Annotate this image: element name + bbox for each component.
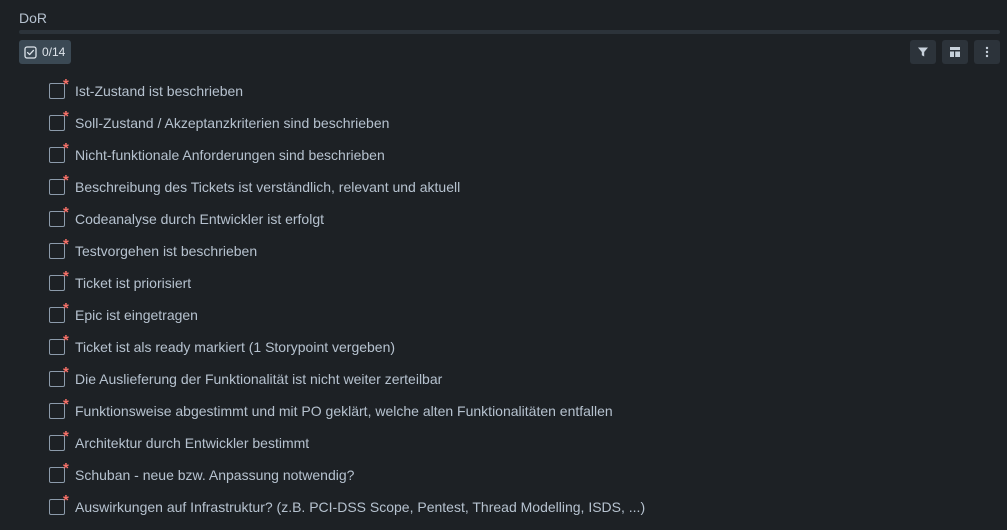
required-marker: *: [63, 204, 69, 221]
checklist-item[interactable]: * Nicht-funktionale Anforderungen sind be…: [0, 139, 1007, 171]
required-marker: *: [63, 268, 69, 285]
checklist-item[interactable]: * Epic ist eingetragen: [0, 299, 1007, 331]
checklist-item-label: Codeanalyse durch Entwickler ist erfolgt: [75, 211, 325, 227]
checklist-item[interactable]: * Funktionsweise abgestimmt und mit PO ge…: [0, 395, 1007, 427]
checklist-item-label: Ticket ist priorisiert: [75, 275, 192, 291]
checklist-item-label: Nicht-funktionale Anforderungen sind bes…: [75, 147, 385, 163]
checklist-item[interactable]: * Ticket ist als ready markiert (1 Storyp…: [0, 331, 1007, 363]
required-marker: *: [63, 108, 69, 125]
checklist-item-label: Testvorgehen ist beschrieben: [75, 243, 258, 259]
checklist-item[interactable]: * Schuban - neue bzw. Anpassung notwendig…: [0, 459, 1007, 491]
checklist-count-badge[interactable]: 0/14: [19, 40, 72, 64]
checklist-item-label: Schuban - neue bzw. Anpassung notwendig?: [75, 467, 355, 483]
checklist-item[interactable]: * Testvorgehen ist beschrieben: [0, 235, 1007, 267]
checklist-toolbar: [910, 40, 1000, 64]
required-marker: *: [63, 140, 69, 157]
checklist-item-label: Die Auslieferung der Funktionalität ist …: [75, 371, 443, 387]
checklist-item-label: Architektur durch Entwickler bestimmt: [75, 435, 310, 451]
required-marker: *: [63, 364, 69, 381]
required-marker: *: [63, 76, 69, 93]
checklist-item[interactable]: * Beschreibung des Tickets ist verständli…: [0, 171, 1007, 203]
checklist-panel: DoR 0/14 * Ist-Zustand ist beschrieben *…: [0, 0, 1007, 530]
checklist-item-label: Beschreibung des Tickets ist verständlic…: [75, 179, 461, 195]
layout-button[interactable]: [942, 40, 968, 64]
checklist-items: * Ist-Zustand ist beschrieben * Soll-Zustan…: [0, 75, 1007, 523]
filter-icon: [917, 46, 929, 58]
required-marker: *: [63, 332, 69, 349]
filter-button[interactable]: [910, 40, 936, 64]
required-marker: *: [63, 396, 69, 413]
checklist-item[interactable]: * Codeanalyse durch Entwickler ist erfolg…: [0, 203, 1007, 235]
required-marker: *: [63, 428, 69, 445]
checklist-item-label: Ist-Zustand ist beschrieben: [75, 83, 244, 99]
required-marker: *: [63, 460, 69, 477]
checklist-item[interactable]: * Die Auslieferung der Funktionalität ist…: [0, 363, 1007, 395]
required-marker: *: [63, 172, 69, 189]
checklist-item[interactable]: * Auswirkungen auf Infrastruktur? (z.B. P…: [0, 491, 1007, 523]
checklist-item[interactable]: * Architektur durch Entwickler bestimmt: [0, 427, 1007, 459]
checkbox-checked-icon: [24, 45, 37, 59]
checklist-count-label: 0/14: [42, 45, 66, 59]
checklist-item-label: Funktionsweise abgestimmt und mit PO gek…: [75, 403, 613, 419]
layout-icon: [949, 46, 961, 58]
checklist-item[interactable]: * Soll-Zustand / Akzeptanzkriterien sind …: [0, 107, 1007, 139]
checklist-item-label: Soll-Zustand / Akzeptanzkriterien sind b…: [75, 115, 390, 131]
checklist-item[interactable]: * Ticket ist priorisiert: [0, 267, 1007, 299]
checklist-item-label: Epic ist eingetragen: [75, 307, 198, 323]
required-marker: *: [63, 236, 69, 253]
checklist-item-label: Ticket ist als ready markiert (1 Storypo…: [75, 339, 396, 355]
required-marker: *: [63, 300, 69, 317]
more-options-button[interactable]: [974, 40, 1000, 64]
checklist-progress-bar: [19, 30, 1000, 34]
checklist-item[interactable]: * Ist-Zustand ist beschrieben: [0, 75, 1007, 107]
required-marker: *: [63, 492, 69, 509]
checklist-item-label: Auswirkungen auf Infrastruktur? (z.B. PC…: [75, 499, 646, 515]
more-vertical-icon: [981, 46, 993, 58]
checklist-title: DoR: [19, 10, 48, 26]
